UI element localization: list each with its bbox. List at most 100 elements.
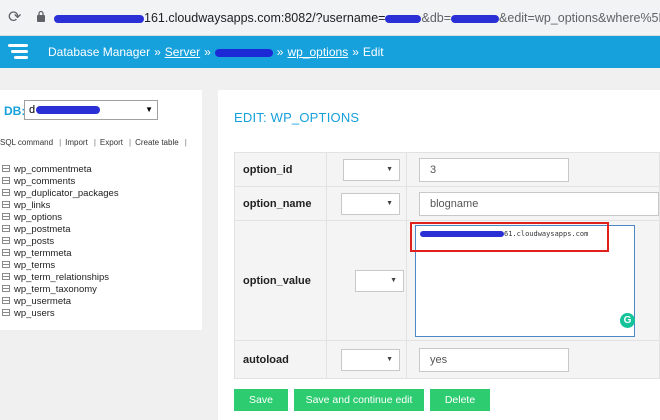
database-select[interactable]: d ▼ bbox=[24, 100, 158, 120]
breadcrumb-separator: » bbox=[204, 45, 211, 59]
table-icon[interactable] bbox=[2, 236, 10, 244]
reload-icon[interactable]: ⟳ bbox=[8, 8, 21, 28]
table-list-item[interactable]: wp_terms bbox=[2, 260, 119, 272]
redacted-mark bbox=[36, 106, 101, 115]
table-row: autoload ▼ yes bbox=[234, 340, 660, 379]
field-label-option-name: option_name bbox=[234, 186, 327, 221]
table-icon[interactable] bbox=[2, 164, 10, 172]
table-name[interactable]: wp_term_taxonomy bbox=[14, 284, 97, 295]
sql-command-link[interactable]: SQL command bbox=[0, 138, 53, 147]
breadcrumb-database-manager: Database Manager bbox=[48, 45, 151, 59]
table-icon[interactable] bbox=[2, 296, 10, 304]
table-list-item[interactable]: wp_term_relationships bbox=[2, 272, 119, 284]
table-list-item[interactable]: wp_options bbox=[2, 212, 119, 224]
table-icon[interactable] bbox=[2, 308, 10, 316]
table-icon[interactable] bbox=[2, 200, 10, 208]
url-text-start: 161.cloudwaysapps.com:8082/?username= bbox=[144, 11, 386, 25]
table-list-item[interactable]: wp_duplicator_packages bbox=[2, 188, 119, 200]
table-icon[interactable] bbox=[2, 188, 10, 196]
redacted-mark bbox=[54, 14, 144, 23]
function-cell: ▼ bbox=[326, 186, 407, 221]
table-icon[interactable] bbox=[2, 212, 10, 220]
table-list-item[interactable]: wp_posts bbox=[2, 236, 119, 248]
table-name[interactable]: wp_commentmeta bbox=[14, 164, 92, 175]
value-cell: blogname bbox=[406, 186, 660, 221]
table-list-item[interactable]: wp_links bbox=[2, 200, 119, 212]
breadcrumb-separator: » bbox=[154, 45, 161, 59]
table-name[interactable]: wp_comments bbox=[14, 176, 75, 187]
create-table-link[interactable]: Create table bbox=[135, 138, 179, 147]
highlight-box bbox=[410, 222, 609, 252]
export-link[interactable]: Export bbox=[100, 138, 123, 147]
function-cell: ▼ bbox=[326, 220, 407, 341]
app-header: Database Manager» Server»» wp_options» Edit bbox=[0, 36, 660, 68]
table-icon[interactable] bbox=[2, 248, 10, 256]
edit-panel: EDIT: WP_OPTIONS option_id ▼ 3 option_na… bbox=[218, 90, 660, 420]
redacted-mark bbox=[385, 14, 422, 23]
lock-icon bbox=[37, 10, 45, 22]
table-name[interactable]: wp_duplicator_packages bbox=[14, 188, 119, 199]
chevron-down-icon: ▼ bbox=[390, 276, 397, 284]
redacted-mark bbox=[214, 48, 273, 57]
field-label-option-id: option_id bbox=[234, 152, 327, 187]
function-cell: ▼ bbox=[326, 340, 407, 379]
function-select[interactable]: ▼ bbox=[343, 158, 400, 181]
table-list-item[interactable]: wp_postmeta bbox=[2, 224, 119, 236]
table-name[interactable]: wp_links bbox=[14, 200, 50, 211]
breadcrumb-separator: » bbox=[352, 45, 359, 59]
url-text-end: &edit=wp_options&where%5Boption_id%5D bbox=[499, 11, 660, 25]
option-id-input[interactable]: 3 bbox=[419, 157, 569, 182]
table-name[interactable]: wp_usermeta bbox=[14, 296, 71, 307]
redacted-mark bbox=[451, 14, 500, 23]
function-select[interactable]: ▼ bbox=[355, 269, 404, 292]
url-text-mid: &db= bbox=[421, 11, 452, 25]
page-title: EDIT: WP_OPTIONS bbox=[234, 110, 360, 125]
grammarly-icon[interactable]: G bbox=[620, 313, 635, 328]
table-list-item[interactable]: wp_termmeta bbox=[2, 248, 119, 260]
table-list-item[interactable]: wp_users bbox=[2, 308, 119, 320]
table-list-item[interactable]: wp_commentmeta bbox=[2, 164, 119, 176]
save-button[interactable]: Save bbox=[234, 389, 288, 411]
chevron-down-icon: ▼ bbox=[386, 165, 393, 173]
table-name[interactable]: wp_termmeta bbox=[14, 248, 72, 259]
table-name[interactable]: wp_term_relationships bbox=[14, 272, 109, 283]
table-name[interactable]: wp_options bbox=[14, 212, 62, 223]
breadcrumb-server-link[interactable]: Server bbox=[165, 45, 200, 59]
table-list-item[interactable]: wp_usermeta bbox=[2, 296, 119, 308]
action-separator: | bbox=[59, 138, 62, 147]
value-cell: 3 bbox=[406, 152, 660, 187]
function-select[interactable]: ▼ bbox=[341, 348, 400, 371]
table-icon[interactable] bbox=[2, 284, 10, 292]
table-row: option_name ▼ blogname bbox=[234, 186, 660, 221]
breadcrumb-wp-options-link[interactable]: wp_options bbox=[287, 45, 348, 59]
table-row: option_id ▼ 3 bbox=[234, 152, 660, 187]
cloud-logo-icon[interactable] bbox=[8, 42, 30, 62]
database-select-value: d bbox=[29, 104, 36, 116]
table-name[interactable]: wp_terms bbox=[14, 260, 55, 271]
table-name[interactable]: wp_posts bbox=[14, 236, 54, 247]
url-field[interactable]: 161.cloudwaysapps.com:8082/?username= &db… bbox=[54, 10, 660, 26]
table-list-item[interactable]: wp_term_taxonomy bbox=[2, 284, 119, 296]
save-and-continue-button[interactable]: Save and continue edit bbox=[294, 389, 424, 411]
table-icon[interactable] bbox=[2, 260, 10, 268]
table-icon[interactable] bbox=[2, 272, 10, 280]
option-name-input[interactable]: blogname bbox=[419, 191, 659, 216]
chevron-down-icon: ▼ bbox=[386, 199, 393, 207]
field-label-option-value: option_value bbox=[234, 220, 327, 341]
table-icon[interactable] bbox=[2, 224, 10, 232]
breadcrumb: Database Manager» Server»» wp_options» Edit bbox=[48, 45, 384, 59]
autoload-input[interactable]: yes bbox=[419, 347, 569, 372]
delete-button[interactable]: Delete bbox=[430, 389, 490, 411]
action-separator: | bbox=[184, 138, 187, 147]
table-list-item[interactable]: wp_comments bbox=[2, 176, 119, 188]
table-name[interactable]: wp_postmeta bbox=[14, 224, 71, 235]
sidebar-actions: SQL command | Import | Export | Create table | bbox=[0, 138, 191, 147]
table-icon[interactable] bbox=[2, 176, 10, 184]
table-name[interactable]: wp_users bbox=[14, 308, 55, 319]
function-select[interactable]: ▼ bbox=[341, 192, 400, 215]
import-link[interactable]: Import bbox=[65, 138, 88, 147]
browser-address-bar: ⟳ 161.cloudwaysapps.com:8082/?username= &… bbox=[0, 0, 660, 36]
edit-form-table: option_id ▼ 3 option_name ▼ blogname opt… bbox=[234, 152, 660, 379]
field-label-autoload: autoload bbox=[234, 340, 327, 379]
action-separator: | bbox=[93, 138, 96, 147]
